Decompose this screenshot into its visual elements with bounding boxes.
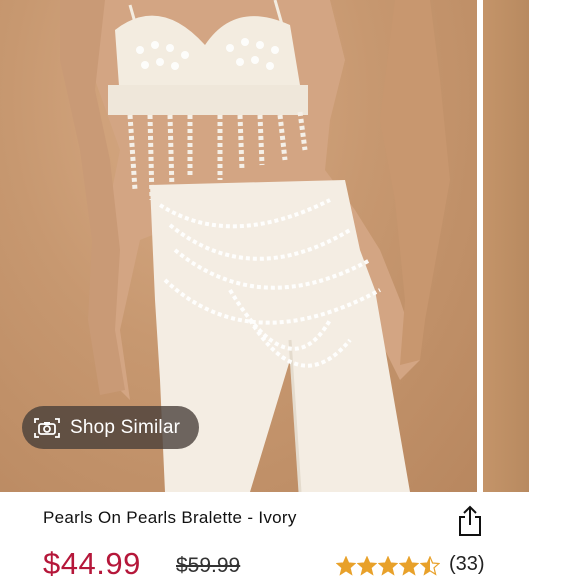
- review-count[interactable]: (33): [449, 553, 485, 576]
- product-info: Pearls On Pearls Bralette - Ivory $44.99…: [0, 492, 580, 581]
- rating-stars[interactable]: [336, 556, 441, 576]
- next-product-photo[interactable]: [483, 0, 529, 492]
- sale-price: $44.99: [43, 546, 141, 581]
- product-title: Pearls On Pearls Bralette - Ivory: [43, 508, 297, 527]
- star-icon: [378, 556, 398, 576]
- carousel-edge: [529, 0, 580, 492]
- original-price: $59.99: [176, 554, 241, 577]
- star-icon: [420, 556, 440, 576]
- share-icon[interactable]: [457, 505, 483, 537]
- star-icon: [399, 556, 419, 576]
- camera-scan-icon: [34, 417, 60, 438]
- shop-similar-label: Shop Similar: [70, 416, 181, 438]
- star-icon: [357, 556, 377, 576]
- shop-similar-button[interactable]: Shop Similar: [22, 406, 199, 449]
- product-image-carousel[interactable]: Shop Similar: [0, 0, 580, 492]
- star-icon: [336, 556, 356, 576]
